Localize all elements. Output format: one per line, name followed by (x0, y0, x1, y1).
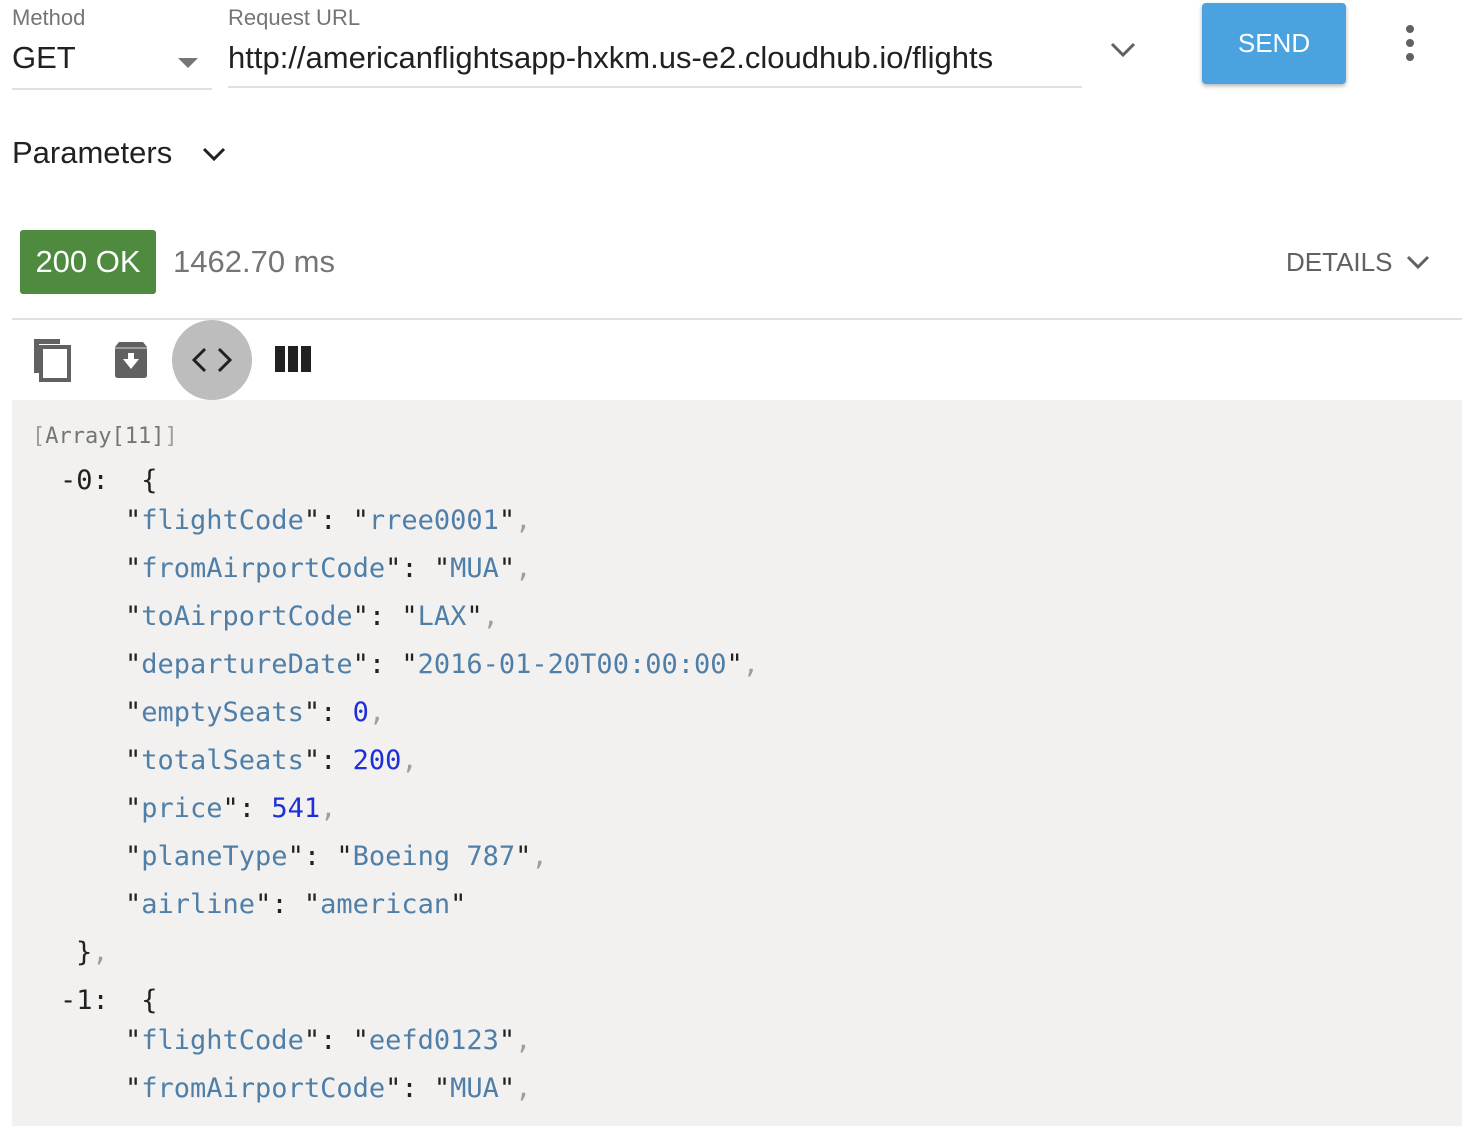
json-field: "departureDate": "2016-01-20T00:00:00", (125, 649, 760, 680)
chevron-down-icon (1407, 255, 1430, 269)
url-underline (228, 86, 1082, 88)
list-item-index[interactable]: -0: { (60, 464, 158, 498)
download-icon[interactable] (111, 341, 151, 379)
url-label: Request URL (228, 5, 361, 30)
code-view-toggle[interactable] (172, 320, 252, 400)
json-field: "price": 541, (125, 793, 337, 824)
copy-icon[interactable] (30, 337, 72, 383)
json-field: "totalSeats": 200, (125, 745, 418, 776)
closing-brace: }, (76, 937, 109, 968)
chevron-down-icon (203, 147, 226, 162)
method-value: GET (12, 40, 76, 75)
url-history-chevron-icon[interactable] (1110, 42, 1136, 58)
json-field: "airline": "american" (125, 889, 467, 920)
json-field: "fromAirportCode": "MUA", (125, 1073, 532, 1104)
parameters-label: Parameters (12, 135, 173, 170)
url-input[interactable]: http://americanflightsapp-hxkm.us-e2.clo… (228, 40, 1082, 76)
divider (12, 318, 1462, 320)
status-badge: 200 OK (20, 230, 156, 294)
json-field: "planeType": "Boeing 787", (125, 841, 548, 872)
json-field: "toAirportCode": "LAX", (125, 601, 499, 632)
dropdown-arrow-icon (178, 58, 198, 68)
list-item-index[interactable]: -1: { (60, 984, 158, 1018)
json-field: "fromAirportCode": "MUA", (125, 553, 532, 584)
item-index: -1: (60, 985, 109, 1016)
response-time: 1462.70 ms (173, 244, 335, 279)
columns-icon[interactable] (275, 346, 311, 372)
parameters-toggle[interactable]: Parameters (12, 135, 226, 171)
response-body[interactable]: [Array[11]] -0: { "flightCode": "rree000… (12, 400, 1462, 1126)
method-label: Method (12, 5, 86, 30)
more-options-icon[interactable] (1395, 22, 1425, 64)
json-field: "emptySeats": 0, (125, 697, 386, 728)
array-size: Array[11] (45, 424, 165, 449)
json-field: "flightCode": "eefd0123", (125, 1025, 532, 1056)
method-underline (12, 88, 212, 90)
send-button[interactable]: SEND (1202, 3, 1346, 84)
code-view-icon (191, 347, 233, 373)
json-field: "flightCode": "rree0001", (125, 505, 532, 536)
details-label: DETAILS (1286, 247, 1393, 277)
array-label: [Array[11]] (32, 424, 178, 449)
item-index: -0: (60, 465, 109, 496)
method-select[interactable]: GET (12, 40, 212, 90)
details-toggle[interactable]: DETAILS (1286, 247, 1430, 278)
